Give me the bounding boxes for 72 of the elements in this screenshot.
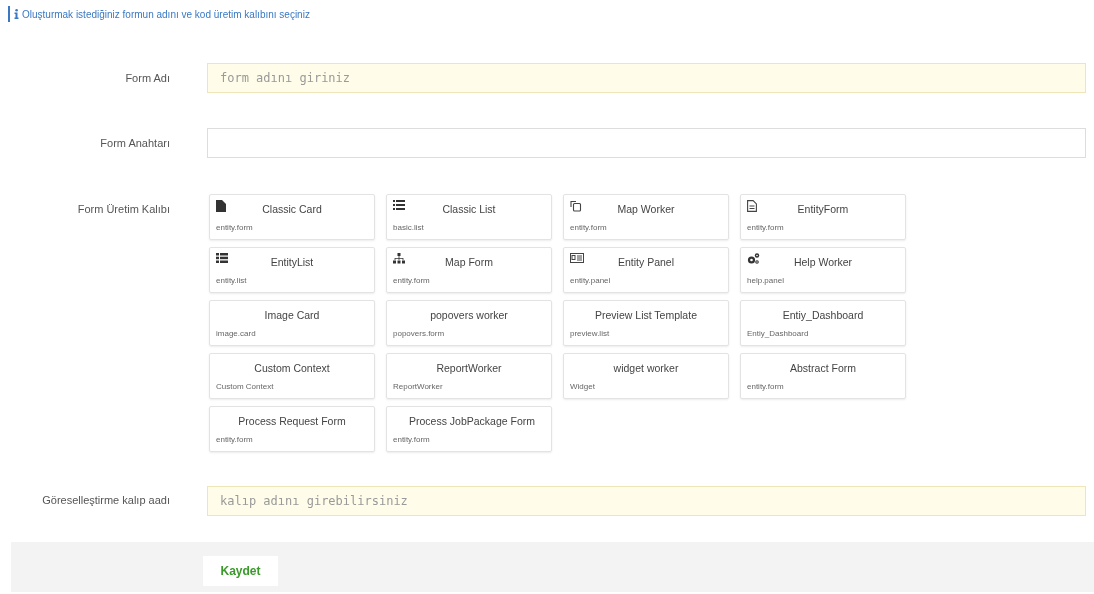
- template-card[interactable]: Image Card image.card: [209, 300, 375, 346]
- template-title: Entity Panel: [616, 256, 675, 268]
- template-card[interactable]: widget worker Widget: [563, 353, 729, 399]
- template-code: entity.form: [747, 382, 785, 391]
- template-card[interactable]: EntityList entity.list: [209, 247, 375, 293]
- list-icon: [216, 253, 228, 263]
- template-code: entity.form: [216, 435, 254, 444]
- template-card[interactable]: Classic List basic.list: [386, 194, 552, 240]
- hierarchy-icon: [393, 253, 405, 264]
- gears-icon: [747, 253, 760, 265]
- template-label: Form Üretim Kalıbı: [76, 202, 170, 215]
- template-card[interactable]: Entiy_Dashboard Entiy_Dashboard: [740, 300, 906, 346]
- template-code: entity.form: [393, 276, 431, 285]
- id-card-icon: [570, 253, 584, 263]
- template-title: Help Worker: [792, 256, 854, 268]
- info-icon: [14, 9, 19, 19]
- file-icon: [216, 200, 226, 212]
- template-code: entity.form: [393, 435, 431, 444]
- template-code: popovers.form: [393, 329, 446, 338]
- save-button[interactable]: Kaydet: [203, 556, 278, 586]
- template-card[interactable]: Entity Panel entity.panel: [563, 247, 729, 293]
- template-title: popovers worker: [429, 309, 509, 321]
- template-code: help.panel: [747, 276, 785, 285]
- template-card[interactable]: Custom Context Custom Context: [209, 353, 375, 399]
- template-code: image.card: [216, 329, 257, 338]
- visual-template-label: Göreselleştirme kalıp aadı: [41, 493, 170, 508]
- template-code: Custom Context: [216, 382, 275, 391]
- template-card[interactable]: Help Worker help.panel: [740, 247, 906, 293]
- template-card[interactable]: Abstract Form entity.form: [740, 353, 906, 399]
- template-card[interactable]: EntityForm entity.form: [740, 194, 906, 240]
- template-title: EntityList: [269, 256, 315, 268]
- template-code: entity.panel: [570, 276, 612, 285]
- template-code: entity.form: [570, 223, 608, 232]
- template-code: entity.form: [216, 223, 254, 232]
- template-code: Widget: [570, 382, 596, 391]
- form-key-field[interactable]: [207, 128, 1086, 158]
- template-card[interactable]: Preview List Template preview.list: [563, 300, 729, 346]
- template-card[interactable]: Process Request Form entity.form: [209, 406, 375, 452]
- template-title: ReportWorker: [435, 362, 503, 374]
- template-title: Process Request Form: [237, 415, 347, 427]
- template-code: preview.list: [570, 329, 611, 338]
- template-title: Abstract Form: [789, 362, 857, 374]
- template-title: Map Worker: [616, 203, 676, 215]
- template-title: Classic List: [441, 203, 497, 215]
- template-title: EntityForm: [796, 203, 850, 215]
- list-icon: [393, 200, 405, 210]
- template-title: Entiy_Dashboard: [781, 309, 865, 321]
- template-code: ReportWorker: [393, 382, 444, 391]
- template-card[interactable]: Map Form entity.form: [386, 247, 552, 293]
- template-title: Map Form: [444, 256, 494, 268]
- template-code: basic.list: [393, 223, 425, 232]
- template-title: Preview List Template: [594, 309, 698, 321]
- template-code: Entiy_Dashboard: [747, 329, 810, 338]
- template-code: entity.list: [216, 276, 248, 285]
- template-card[interactable]: Process JobPackage Form entity.form: [386, 406, 552, 452]
- form-key-label: Form Anahtarı: [99, 136, 170, 149]
- copy-icon: [570, 200, 582, 212]
- template-title: Process JobPackage Form: [409, 415, 536, 427]
- template-card[interactable]: popovers worker popovers.form: [386, 300, 552, 346]
- visual-template-field[interactable]: kalıp adını girebilirsiniz: [207, 486, 1086, 516]
- template-title: widget worker: [612, 362, 680, 374]
- template-title: Custom Context: [253, 362, 331, 374]
- template-title: Image Card: [263, 309, 321, 321]
- info-text: Oluşturmak istediğiniz formun adını ve kod üretim kalıbını seçiniz: [22, 8, 310, 20]
- template-card[interactable]: Classic Card entity.form: [209, 194, 375, 240]
- template-card[interactable]: Map Worker entity.form: [563, 194, 729, 240]
- template-card[interactable]: ReportWorker ReportWorker: [386, 353, 552, 399]
- template-code: entity.form: [747, 223, 785, 232]
- template-title: Classic Card: [261, 203, 323, 215]
- form-name-field[interactable]: form adını giriniz: [207, 63, 1086, 93]
- form-name-label: Form Adı: [124, 71, 170, 84]
- document-icon: [747, 200, 757, 212]
